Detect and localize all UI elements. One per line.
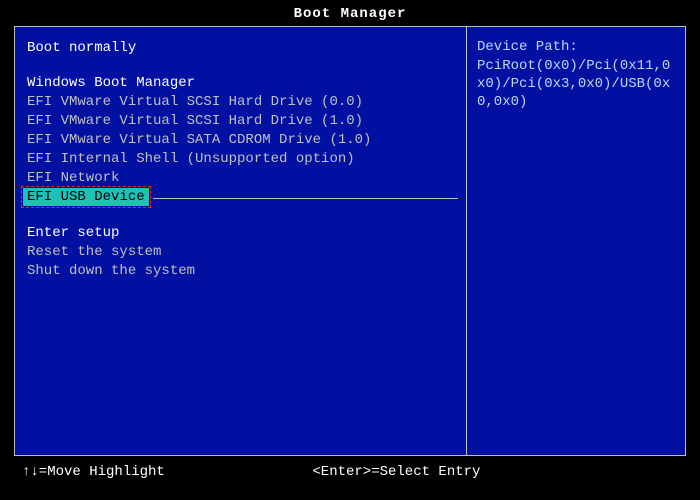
- boot-menu-item[interactable]: EFI VMware Virtual SCSI Hard Drive (0.0): [23, 93, 458, 111]
- boot-menu-item[interactable]: Enter setup: [23, 224, 458, 242]
- page-title: Boot Manager: [0, 0, 700, 26]
- menu-spacer: [23, 208, 458, 224]
- boot-menu-item[interactable]: Windows Boot Manager: [23, 74, 458, 92]
- boot-menu-item[interactable]: EFI Network: [23, 169, 458, 187]
- device-path-value: PciRoot(0x0)/Pci(0x11,0x0)/Pci(0x3,0x0)/…: [477, 57, 675, 112]
- boot-menu-item[interactable]: Reset the system: [23, 243, 458, 261]
- boot-menu-panel: Boot normallyWindows Boot ManagerEFI VMw…: [14, 26, 466, 456]
- boot-menu-item[interactable]: Boot normally: [23, 39, 458, 57]
- hint-move: ↑↓=Move Highlight: [22, 464, 165, 480]
- hint-select: <Enter>=Select Entry: [312, 464, 480, 480]
- device-path-label: Device Path:: [477, 39, 675, 55]
- boot-menu-item[interactable]: Shut down the system: [23, 262, 458, 280]
- boot-menu-item-selected[interactable]: EFI USB Device: [23, 188, 149, 206]
- boot-menu-item[interactable]: EFI VMware Virtual SCSI Hard Drive (1.0): [23, 112, 458, 130]
- footer-hints: ↑↓=Move Highlight <Enter>=Select Entry: [0, 456, 700, 480]
- boot-menu-item[interactable]: EFI Internal Shell (Unsupported option): [23, 150, 458, 168]
- boot-menu-item[interactable]: EFI VMware Virtual SATA CDROM Drive (1.0…: [23, 131, 458, 149]
- menu-spacer: [23, 58, 458, 74]
- device-info-panel: Device Path: PciRoot(0x0)/Pci(0x11,0x0)/…: [466, 26, 686, 456]
- main-area: Boot normallyWindows Boot ManagerEFI VMw…: [0, 26, 700, 456]
